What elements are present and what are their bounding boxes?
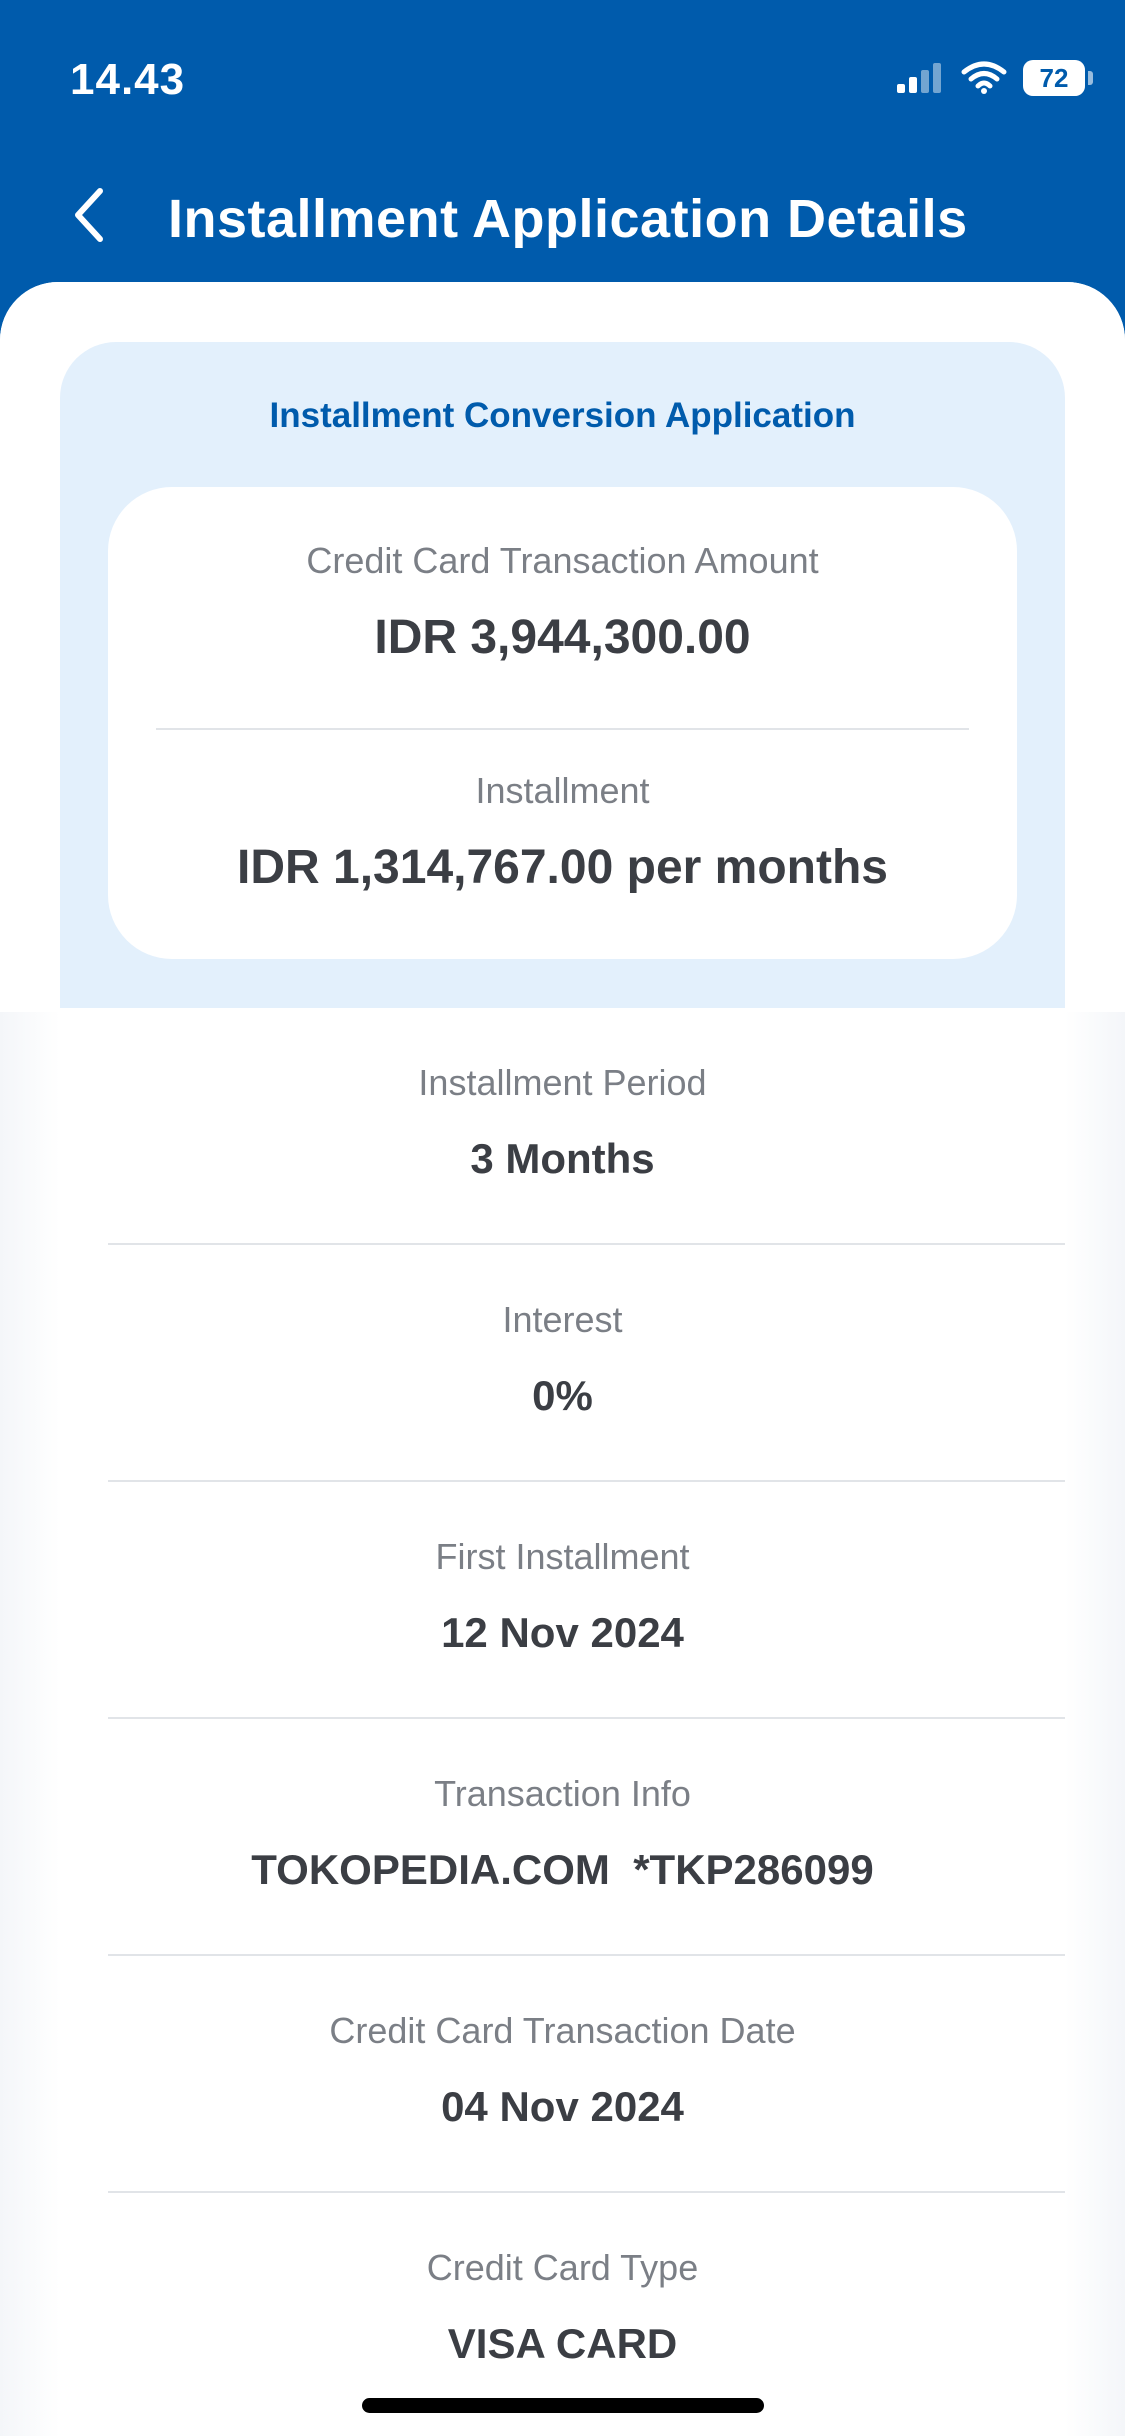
detail-label: Interest (502, 1299, 623, 1340)
amount-divider (156, 728, 969, 730)
detail-value: VISA CARD (447, 2320, 678, 2367)
detail-value: 04 Nov 2024 (441, 2083, 684, 2130)
detail-value: TOKOPEDIA.COM *TKP286099 (251, 1846, 874, 1893)
transaction-amount-value: IDR 3,944,300.00 (374, 611, 751, 664)
chevron-left-icon (75, 188, 103, 242)
summary-title: Installment Conversion Application (269, 396, 856, 435)
row-divider (108, 1954, 1065, 1956)
row-divider (108, 2191, 1065, 2193)
battery-level: 72 (1039, 62, 1069, 93)
row-divider (108, 1717, 1065, 1719)
detail-label: First Installment (435, 1536, 690, 1577)
page-title: Installment Application Details (168, 189, 968, 249)
detail-value: 3 Months (470, 1135, 655, 1182)
home-indicator[interactable] (362, 2398, 764, 2413)
details-list (60, 1008, 1065, 2436)
battery-icon: 72 (1023, 60, 1093, 96)
detail-value: 0% (532, 1372, 593, 1419)
cellular-signal-icon (897, 63, 941, 93)
row-divider (108, 1243, 1065, 1245)
transaction-amount-label: Credit Card Transaction Amount (306, 540, 819, 581)
status-icons: 72 (895, 60, 1093, 96)
wifi-icon (961, 61, 1007, 94)
detail-label: Credit Card Transaction Date (329, 2010, 796, 2051)
detail-value: 12 Nov 2024 (441, 1609, 684, 1656)
installment-label: Installment (475, 770, 650, 811)
status-time: 14.43 (70, 55, 186, 104)
detail-label: Transaction Info (434, 1773, 691, 1814)
installment-value: IDR 1,314,767.00 per months (237, 841, 888, 894)
detail-label: Installment Period (418, 1062, 707, 1103)
detail-label: Credit Card Type (426, 2247, 699, 2288)
back-button[interactable] (58, 180, 118, 250)
row-divider (108, 1480, 1065, 1482)
